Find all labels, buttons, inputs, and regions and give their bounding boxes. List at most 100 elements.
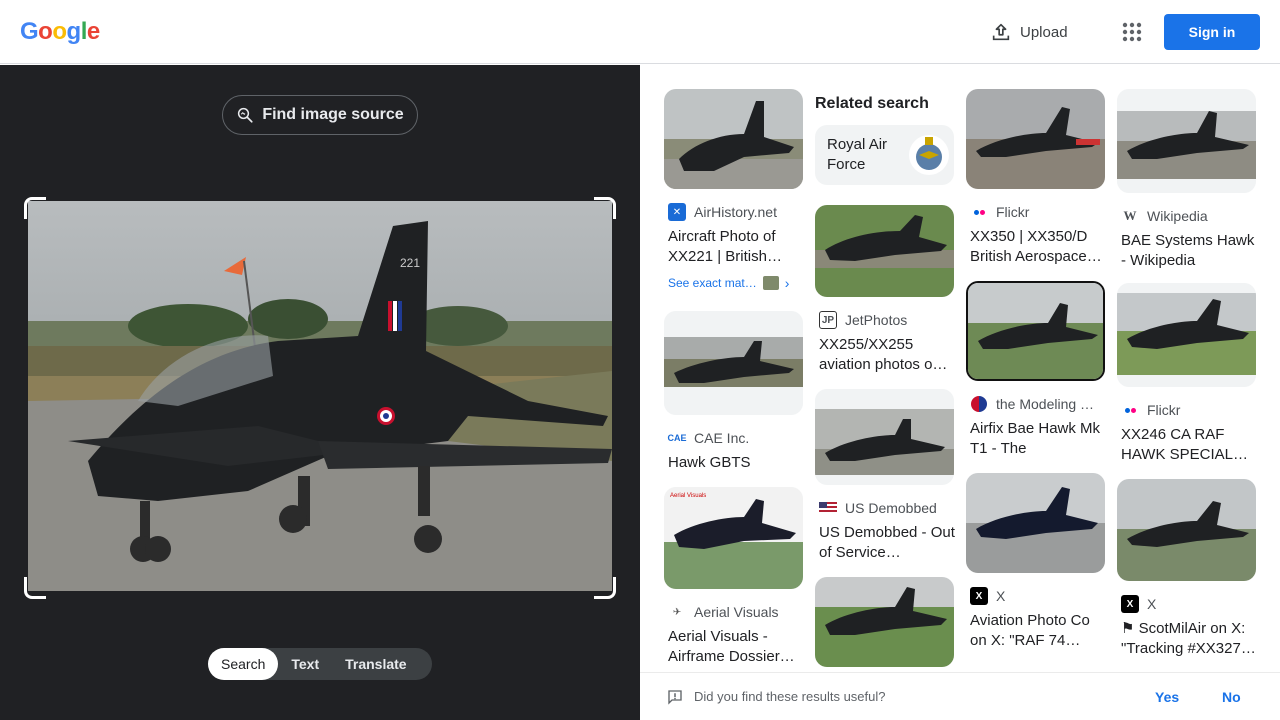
- jet-thumbnail: Aerial Visuals: [664, 487, 803, 589]
- exact-match-thumb-icon: [762, 276, 779, 290]
- result-card[interactable]: the Modeling … Airfix Bae Hawk Mk T1 - T…: [966, 281, 1106, 459]
- query-image-panel: Find image source 221 Search Text Transl…: [0, 65, 640, 720]
- result-thumbnail[interactable]: [966, 473, 1105, 573]
- jetphotos-favicon-icon: JP: [819, 311, 837, 329]
- result-thumbnail[interactable]: Aerial Visuals: [664, 487, 803, 589]
- result-source: US Demobbed: [815, 499, 955, 517]
- source-name: JetPhotos: [845, 312, 908, 328]
- result-source: X X: [966, 587, 1106, 605]
- result-source: Flickr: [1117, 401, 1257, 419]
- top-bar: Google Upload Sign in: [0, 0, 1280, 64]
- result-card[interactable]: Aerial Visuals ✈ Aerial Visuals Aerial V…: [664, 487, 804, 667]
- crop-handle-top-left[interactable]: [24, 197, 46, 219]
- jet-thumbnail: [664, 89, 803, 189]
- result-title[interactable]: XX255/XX255 aviation photos o…: [815, 335, 955, 375]
- source-name: AirHistory.net: [694, 204, 777, 220]
- mode-translate-tab[interactable]: Translate: [332, 648, 419, 680]
- jet-thumbnail: [968, 283, 1103, 379]
- feedback-question: Did you find these results useful?: [666, 688, 886, 706]
- chevron-right-icon: ›: [784, 275, 790, 291]
- results-column-1: ✕ AirHistory.net Aircraft Photo of XX221…: [664, 89, 804, 672]
- source-name: US Demobbed: [845, 500, 937, 516]
- see-exact-matches-link[interactable]: See exact mat… ›: [664, 275, 804, 291]
- upload-button[interactable]: Upload: [990, 18, 1068, 46]
- result-source: CAE CAE Inc.: [664, 429, 804, 447]
- find-image-source-label: Find image source: [262, 106, 404, 123]
- result-thumbnail[interactable]: [1117, 479, 1256, 581]
- source-name: X: [1147, 596, 1157, 612]
- upload-label: Upload: [1020, 23, 1068, 41]
- airhistory-favicon-icon: ✕: [668, 203, 686, 221]
- sign-in-button[interactable]: Sign in: [1164, 14, 1260, 50]
- result-source: W Wikipedia: [1117, 207, 1257, 225]
- result-source: Flickr: [966, 203, 1106, 221]
- mode-text-tab[interactable]: Text: [278, 648, 332, 680]
- logo-letter: e: [86, 18, 100, 45]
- result-card[interactable]: Flickr XX246 CA RAF HAWK SPECIAL…: [1117, 283, 1257, 465]
- result-title[interactable]: BAE Systems Hawk - Wikipedia: [1117, 231, 1257, 271]
- crop-handle-bottom-left[interactable]: [24, 577, 46, 599]
- related-search-heading: Related search: [815, 95, 929, 112]
- source-name: CAE Inc.: [694, 430, 750, 446]
- result-thumbnail[interactable]: [815, 205, 954, 297]
- flickr-favicon-icon: [1121, 401, 1139, 419]
- jet-thumbnail: [815, 389, 954, 475]
- result-thumbnail[interactable]: [1117, 89, 1256, 193]
- source-name: Aerial Visuals: [694, 604, 779, 620]
- result-title[interactable]: Aircraft Photo of XX221 | British…: [664, 227, 804, 267]
- result-card[interactable]: X X ⚑ ScotMilAir on X: "Tracking #XX327…: [1117, 479, 1257, 659]
- result-thumbnail[interactable]: [664, 311, 803, 415]
- svg-text:Aerial Visuals: Aerial Visuals: [670, 493, 706, 499]
- result-card[interactable]: ✕ AirHistory.net Aircraft Photo of XX221…: [664, 89, 804, 291]
- results-column-2: Related search Royal Air Force JP JetPho…: [815, 89, 955, 672]
- feedback-question-text: Did you find these results useful?: [694, 689, 886, 704]
- hawk-jet-photo: 221: [28, 201, 612, 599]
- result-title[interactable]: XX350 | XX350/D British Aerospace…: [966, 227, 1106, 267]
- query-photo[interactable]: 221: [28, 201, 612, 599]
- find-image-source-button[interactable]: Find image source: [222, 95, 418, 135]
- result-thumbnail[interactable]: [966, 281, 1105, 381]
- result-thumbnail[interactable]: [966, 89, 1105, 189]
- modeling-news-favicon-icon: [970, 395, 988, 413]
- crop-handle-bottom-right[interactable]: [594, 577, 616, 599]
- feedback-yes-button[interactable]: Yes: [1155, 689, 1179, 705]
- result-title[interactable]: US Demobbed - Out of Service…: [815, 523, 955, 563]
- result-title[interactable]: Aerial Visuals - Airframe Dossier…: [664, 627, 804, 667]
- result-card[interactable]: Flickr XX350 | XX350/D British Aerospace…: [966, 89, 1106, 267]
- result-title[interactable]: Airfix Bae Hawk Mk T1 - The Modeling…: [966, 419, 1106, 459]
- result-card[interactable]: US Demobbed US Demobbed - Out of Service…: [815, 389, 955, 563]
- result-title[interactable]: Aviation Photo Co on X: "RAF 74…: [966, 611, 1106, 651]
- result-card[interactable]: [815, 577, 955, 667]
- result-thumbnail[interactable]: [1117, 283, 1256, 387]
- source-name: the Modeling …: [996, 396, 1095, 412]
- jet-thumbnail: [664, 311, 803, 415]
- result-card[interactable]: CAE CAE Inc. Hawk GBTS: [664, 311, 804, 475]
- result-thumbnail[interactable]: [815, 389, 954, 485]
- x-favicon-icon: X: [970, 587, 988, 605]
- result-card[interactable]: W Wikipedia BAE Systems Hawk - Wikipedia: [1117, 89, 1257, 271]
- result-card[interactable]: X X Aviation Photo Co on X: "RAF 74…: [966, 473, 1106, 651]
- result-source: ✈ Aerial Visuals: [664, 603, 804, 621]
- google-logo[interactable]: Google: [20, 18, 100, 46]
- jet-thumbnail: [1117, 283, 1256, 387]
- mode-search-tab[interactable]: Search: [208, 648, 279, 680]
- x-favicon-icon: X: [1121, 595, 1139, 613]
- jet-thumbnail: [815, 205, 954, 297]
- related-search-chip[interactable]: Royal Air Force: [815, 125, 954, 185]
- crop-handle-top-right[interactable]: [594, 197, 616, 219]
- result-source: ✕ AirHistory.net: [664, 203, 804, 221]
- result-source: X X: [1117, 595, 1257, 613]
- feedback-no-button[interactable]: No: [1222, 689, 1241, 705]
- us-flag-icon: [819, 499, 837, 517]
- result-title[interactable]: ⚑ ScotMilAir on X: "Tracking #XX327…: [1117, 619, 1257, 659]
- results-column-3: Flickr XX350 | XX350/D British Aerospace…: [966, 89, 1106, 663]
- source-name: Flickr: [996, 204, 1030, 220]
- result-title[interactable]: Hawk GBTS: [664, 453, 804, 475]
- result-thumbnail[interactable]: [664, 89, 803, 189]
- result-card[interactable]: JP JetPhotos XX255/XX255 aviation photos…: [815, 205, 955, 375]
- result-title[interactable]: XX246 CA RAF HAWK SPECIAL…: [1117, 425, 1257, 465]
- flickr-favicon-icon: [970, 203, 988, 221]
- apps-grid-icon[interactable]: [1120, 20, 1144, 44]
- feedback-bar: Did you find these results useful? Yes N…: [640, 672, 1280, 720]
- result-thumbnail[interactable]: [815, 577, 954, 667]
